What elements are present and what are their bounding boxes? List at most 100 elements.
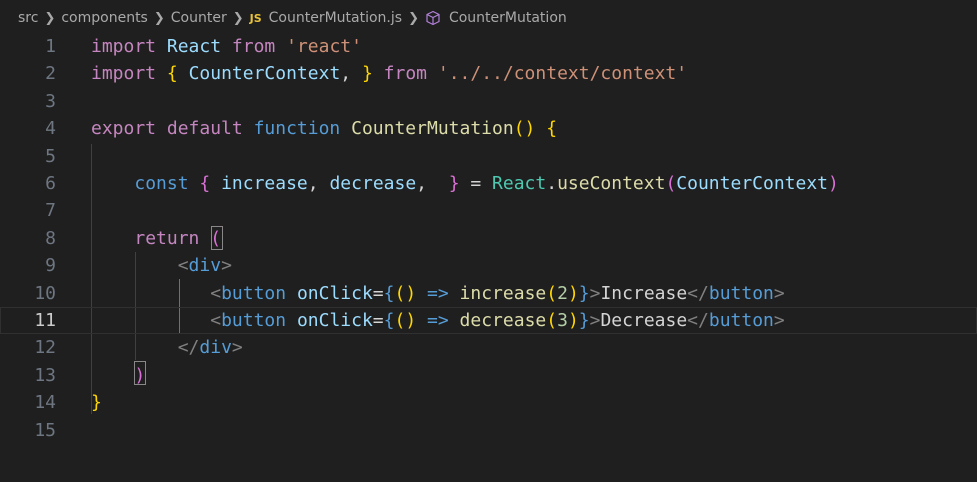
chevron-right-icon: ❯ bbox=[232, 10, 244, 26]
code-line[interactable]: 13 ) bbox=[0, 362, 977, 389]
code-token: , bbox=[416, 173, 449, 194]
code-token: import bbox=[91, 63, 157, 85]
line-code: export default function CounterMutation(… bbox=[91, 115, 557, 142]
js-file-icon: JS bbox=[249, 11, 262, 25]
code-token: () bbox=[394, 310, 417, 331]
line-number[interactable]: 15 bbox=[0, 417, 56, 444]
code-token: CounterMutation bbox=[351, 118, 514, 140]
code-token: ( bbox=[665, 173, 677, 194]
line-code: <button onClick={() => decrease(3)}>Decr… bbox=[91, 307, 785, 334]
code-token: </ bbox=[687, 282, 709, 304]
code-token: { bbox=[383, 282, 395, 304]
code-token: useContext bbox=[557, 173, 666, 194]
code-token: } bbox=[578, 282, 590, 304]
code-token: div bbox=[199, 337, 232, 359]
chevron-right-icon: ❯ bbox=[44, 10, 56, 26]
code-line[interactable]: 5 bbox=[0, 143, 977, 170]
line-number[interactable]: 4 bbox=[0, 115, 56, 142]
code-token: } bbox=[578, 310, 590, 331]
line-number[interactable]: 1 bbox=[0, 33, 56, 60]
code-token: 2 bbox=[557, 282, 568, 304]
code-line[interactable]: 14} bbox=[0, 389, 977, 416]
line-number[interactable]: 6 bbox=[0, 170, 56, 197]
code-token: () bbox=[394, 282, 417, 304]
line-number[interactable]: 9 bbox=[0, 252, 56, 279]
code-token: import bbox=[91, 36, 157, 57]
code-token: </ bbox=[687, 310, 709, 331]
line-number[interactable]: 8 bbox=[0, 225, 56, 252]
code-token: '../../context/context' bbox=[437, 63, 688, 85]
code-token: < bbox=[210, 310, 222, 331]
breadcrumb-item-symbol[interactable]: CounterMutation bbox=[449, 10, 567, 26]
code-token: from bbox=[383, 63, 428, 85]
code-token: } bbox=[361, 63, 373, 85]
code-line[interactable]: 7 bbox=[0, 197, 977, 224]
code-line[interactable]: 10 <button onClick={() => increase(2)}>I… bbox=[0, 280, 977, 307]
code-area[interactable]: 1 import React from 'react' 2 import { Coun… bbox=[0, 36, 977, 482]
line-number[interactable]: 7 bbox=[0, 197, 56, 224]
line-number[interactable]: 14 bbox=[0, 389, 56, 416]
code-line[interactable]: 12 </div> bbox=[0, 334, 977, 361]
code-token: ( bbox=[210, 227, 222, 249]
code-token: React bbox=[166, 36, 222, 57]
code-token: , bbox=[307, 173, 330, 194]
code-token: { bbox=[166, 63, 178, 85]
code-line[interactable]: 3 bbox=[0, 88, 977, 115]
line-code: <div> bbox=[91, 252, 232, 279]
code-token: < bbox=[177, 255, 189, 277]
code-token: , bbox=[340, 63, 362, 85]
line-number[interactable]: 12 bbox=[0, 334, 56, 361]
code-line[interactable]: 4 export default function CounterMutation… bbox=[0, 115, 977, 142]
breadcrumb-item-counter[interactable]: Counter bbox=[171, 10, 227, 26]
code-line[interactable]: 15 bbox=[0, 417, 977, 444]
code-token: button bbox=[708, 282, 774, 304]
line-code: import React from 'react' bbox=[91, 33, 362, 60]
code-token: 'react' bbox=[286, 36, 362, 57]
code-token: ( bbox=[546, 310, 558, 331]
code-line[interactable]: 1 import React from 'react' bbox=[0, 33, 977, 60]
code-token: export bbox=[91, 118, 157, 140]
line-number[interactable]: 5 bbox=[0, 143, 56, 170]
code-line[interactable]: 8 return ( bbox=[0, 225, 977, 252]
breadcrumb-item-file[interactable]: CounterMutation.js bbox=[269, 10, 402, 26]
code-token: onClick bbox=[296, 310, 373, 331]
code-line[interactable]: 2 import { CounterContext, } from '../../… bbox=[0, 60, 977, 87]
line-number[interactable]: 2 bbox=[0, 60, 56, 87]
code-token: button bbox=[221, 310, 287, 331]
code-token: CounterContext bbox=[188, 63, 341, 85]
code-line[interactable]: 6 const { increase, decrease, } = React.… bbox=[0, 170, 977, 197]
code-token: Increase bbox=[600, 282, 688, 304]
code-token: ) bbox=[567, 310, 579, 331]
code-token: = bbox=[372, 310, 384, 331]
line-number[interactable]: 13 bbox=[0, 362, 56, 389]
code-token: } bbox=[448, 173, 460, 194]
line-code: return ( bbox=[91, 225, 221, 252]
breadcrumb: src ❯ components ❯ Counter ❯ JS CounterM… bbox=[0, 0, 977, 36]
line-number[interactable]: 11 bbox=[0, 307, 56, 334]
breadcrumb-item-components[interactable]: components bbox=[61, 10, 148, 26]
code-token: { bbox=[199, 173, 211, 194]
breadcrumb-item-src[interactable]: src bbox=[18, 10, 38, 26]
code-editor[interactable]: src ❯ components ❯ Counter ❯ JS CounterM… bbox=[0, 0, 977, 482]
line-number[interactable]: 3 bbox=[0, 88, 56, 115]
code-line[interactable]: 9 <div> bbox=[0, 252, 977, 279]
code-token: decrease bbox=[459, 310, 547, 331]
code-line[interactable]: 11 <button onClick={() => decrease(3)}>D… bbox=[0, 307, 977, 334]
line-number[interactable]: 10 bbox=[0, 280, 56, 307]
code-token: { bbox=[546, 118, 558, 140]
code-token: CounterContext bbox=[676, 173, 829, 194]
